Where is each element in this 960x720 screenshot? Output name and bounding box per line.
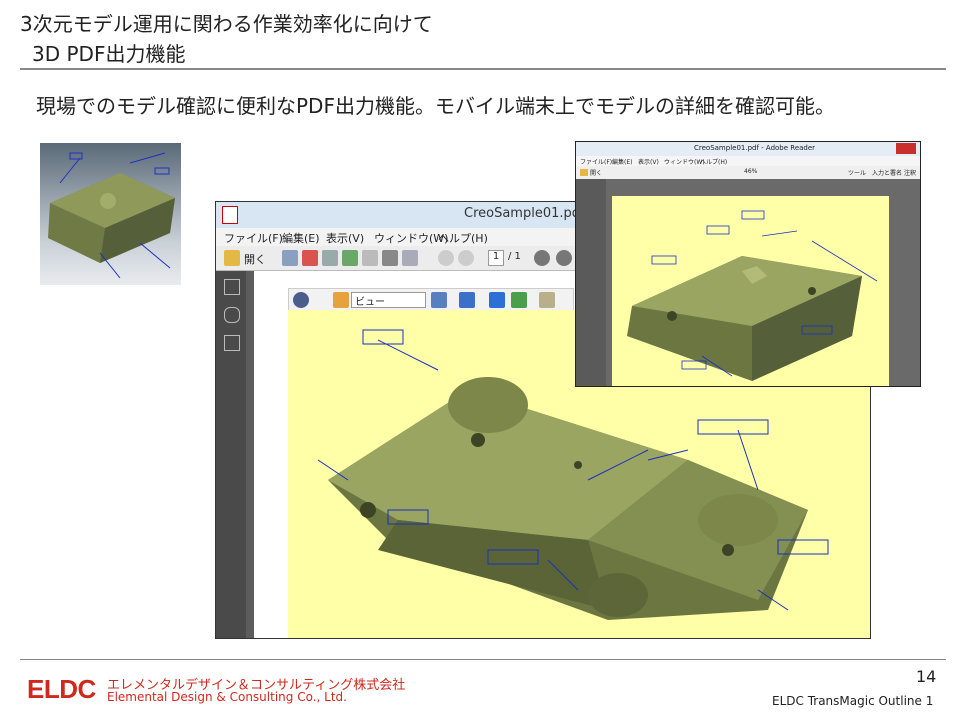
menu-help[interactable]: ヘルプ(H) — [438, 230, 488, 246]
page-number: 14 — [916, 667, 937, 686]
close-icon[interactable] — [896, 143, 916, 154]
view-select[interactable]: ビュー — [351, 292, 426, 308]
reader-open-button[interactable]: 開く — [590, 168, 602, 177]
zoom-out-icon[interactable] — [534, 250, 550, 266]
footer-divider — [20, 659, 946, 660]
next-page-icon[interactable] — [458, 250, 474, 266]
reader-menu-file[interactable]: ファイル(F) — [580, 157, 612, 166]
create-pdf-icon[interactable] — [302, 250, 318, 266]
reader-menu-help[interactable]: ヘルプ(H) — [700, 157, 727, 166]
save-icon[interactable] — [362, 250, 378, 266]
slide-title-line2: 3D PDF出力機能 — [32, 42, 186, 66]
footer-text: ELDC TransMagic Outline 1 — [772, 694, 934, 708]
reader-toolbar: 開く 46% ツール 入力と署名 注釈 — [576, 166, 920, 180]
page-number-input[interactable]: 1 — [488, 250, 504, 266]
pdf-icon — [222, 206, 238, 224]
reader-3d-canvas[interactable] — [612, 196, 889, 386]
reader-menu-edit[interactable]: 編集(E) — [612, 157, 632, 166]
print-setup-icon[interactable] — [282, 250, 298, 266]
layers-icon[interactable] — [224, 335, 240, 351]
edit-icon[interactable] — [322, 250, 338, 266]
play-icon[interactable] — [459, 292, 475, 308]
email-icon[interactable] — [402, 250, 418, 266]
lighting-icon[interactable] — [539, 292, 555, 308]
home-view-icon[interactable] — [333, 292, 349, 308]
folder-icon[interactable] — [224, 250, 240, 266]
window-title: CreoSample01.pdf — [464, 206, 585, 221]
pages-panel-icon[interactable] — [224, 279, 240, 295]
reader-tools-button[interactable]: ツール — [848, 168, 866, 177]
3d-toolbar: ビュー — [288, 288, 574, 312]
menu-edit[interactable]: 編集(E) — [282, 230, 320, 246]
zoom-in-icon[interactable] — [556, 250, 572, 266]
reader-menu-view[interactable]: 表示(V) — [638, 157, 659, 166]
company-name-en: Elemental Design & Consulting Co., Ltd. — [107, 690, 347, 704]
attachment-icon[interactable] — [224, 307, 240, 323]
navigation-sidebar — [216, 271, 246, 638]
reader-comment-button[interactable]: 注釈 — [904, 168, 916, 177]
menu-file[interactable]: ファイル(F) — [224, 230, 283, 246]
menu-view[interactable]: 表示(V) — [326, 230, 364, 246]
render-mode-icon[interactable] — [511, 292, 527, 308]
open-button[interactable]: 開く — [244, 251, 266, 267]
slide-title-line1: 3次元モデル運用に関わる作業効率化に向けて — [20, 12, 433, 36]
upload-icon[interactable] — [342, 250, 358, 266]
company-logo: ELDC — [27, 674, 96, 704]
rotate-icon[interactable] — [293, 292, 309, 308]
adobe-reader-window[interactable]: CreoSample01.pdf - Adobe Reader ファイル(F) … — [575, 141, 921, 387]
reader-window-title: CreoSample01.pdf - Adobe Reader — [694, 144, 816, 152]
page-total: / 1 — [508, 251, 521, 262]
reader-menu-bar: ファイル(F) 編集(E) 表示(V) ウィンドウ(W) ヘルプ(H) — [576, 156, 920, 166]
reader-titlebar[interactable]: CreoSample01.pdf - Adobe Reader — [576, 142, 920, 156]
model-tree-icon[interactable] — [431, 292, 447, 308]
prev-page-icon[interactable] — [438, 250, 454, 266]
slide-subtitle: 現場でのモデル確認に便利なPDF出力機能。モバイル端末上でモデルの詳細を確認可能… — [36, 94, 835, 118]
title-divider — [20, 68, 946, 70]
printer-icon[interactable] — [382, 250, 398, 266]
reader-fill-sign-button[interactable]: 入力と署名 — [872, 168, 902, 177]
reader-folder-icon[interactable] — [580, 169, 588, 176]
reader-menu-window[interactable]: ウィンドウ(W) — [664, 157, 705, 166]
reader-sidebar — [576, 179, 606, 386]
reader-zoom-select[interactable]: 46% — [744, 168, 757, 175]
model-thumbnail-image — [40, 143, 181, 285]
cube-icon[interactable] — [489, 292, 505, 308]
